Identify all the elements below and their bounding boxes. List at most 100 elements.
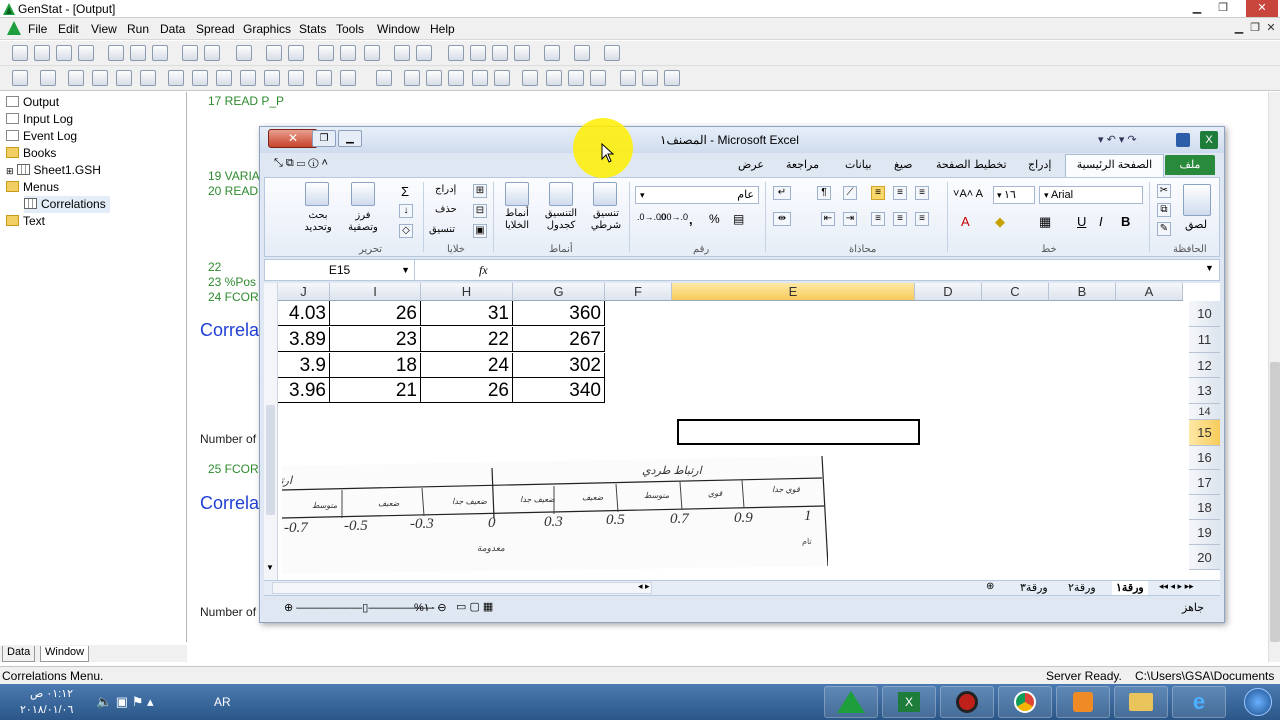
delete-icon[interactable] (236, 45, 252, 61)
replace-icon[interactable] (288, 45, 304, 61)
cell[interactable]: 21 (330, 378, 421, 403)
formula-input[interactable] (501, 261, 1201, 279)
start-button[interactable] (1236, 684, 1280, 720)
format-table-icon[interactable] (549, 182, 573, 206)
zoom-level[interactable]: %١٠٠ (414, 601, 442, 614)
cell-styles-icon[interactable] (505, 182, 529, 206)
align-left-icon[interactable]: ≡ (871, 212, 885, 226)
shift-icon[interactable] (288, 70, 304, 86)
row-header-12[interactable]: 12 (1189, 353, 1220, 378)
align-bottom-icon[interactable]: ≡ (871, 186, 885, 200)
help-icon[interactable] (604, 45, 620, 61)
tab-insert[interactable]: إدراج (1028, 158, 1051, 171)
copy-icon[interactable] (130, 45, 146, 61)
menu-stats[interactable]: Stats (299, 22, 326, 36)
output-scrollbar[interactable] (1268, 92, 1280, 662)
row-header-10[interactable]: 10 (1189, 301, 1220, 327)
paste-icon[interactable] (1183, 184, 1211, 216)
row-header-17[interactable]: 17 (1189, 470, 1220, 495)
format-table-button[interactable]: التنسيق كجدول (539, 208, 583, 232)
cut-icon[interactable]: ✂ (1157, 184, 1171, 198)
menu-run[interactable]: Run (127, 22, 149, 36)
rtl-icon[interactable]: ¶ (817, 186, 831, 200)
genstat-doc-icon[interactable] (6, 20, 22, 36)
tree-item-menus[interactable]: Menus (6, 179, 59, 196)
column-header-i[interactable]: I (330, 283, 421, 301)
column-icon[interactable] (522, 70, 538, 86)
sheet-icon[interactable] (620, 70, 636, 86)
sort-filter-icon[interactable] (351, 182, 375, 206)
row-header-19[interactable]: 19 (1189, 520, 1220, 545)
menu-edit[interactable]: Edit (58, 22, 79, 36)
font-color-icon[interactable]: A (961, 214, 970, 229)
cut-icon[interactable] (108, 45, 124, 61)
exit-icon[interactable] (574, 45, 590, 61)
cell-styles-button[interactable]: أنماط الخلايا (499, 208, 535, 232)
menu-graphics[interactable]: Graphics (243, 22, 291, 36)
font-icon[interactable] (376, 70, 392, 86)
clear-icon[interactable]: ◇ (399, 224, 413, 238)
paste-icon[interactable] (152, 45, 168, 61)
cell[interactable]: 26 (330, 301, 421, 326)
spread-tool-icon[interactable] (12, 70, 28, 86)
tab-data[interactable]: بيانات (845, 158, 872, 171)
refresh-icon[interactable] (514, 45, 530, 61)
close-button[interactable]: ✕ (1246, 0, 1278, 17)
clock-date[interactable]: ٢٠١٨/٠١/٠٦ (20, 703, 73, 716)
view-buttons-icon[interactable]: ▭ ▢ ▦ (456, 600, 493, 613)
excel-logo-icon[interactable]: X (1200, 131, 1218, 149)
number-format-select[interactable]: عام ▾ (635, 186, 759, 204)
insert-cells-button[interactable]: إدراج (435, 184, 456, 195)
window-icon[interactable] (364, 45, 380, 61)
bold-icon[interactable]: B (1121, 214, 1130, 229)
sort-filter-button[interactable]: فرز وتصفية (345, 210, 381, 234)
align-left-icon[interactable] (404, 70, 420, 86)
cell[interactable]: 18 (330, 353, 421, 378)
recorder-taskbar-icon[interactable] (940, 686, 994, 718)
quick-save-icon[interactable] (1176, 133, 1190, 147)
fill-icon[interactable] (240, 70, 256, 86)
menu-spread[interactable]: Spread (196, 22, 235, 36)
cell[interactable]: 4.03 (278, 301, 330, 326)
align-center-icon[interactable]: ≡ (893, 212, 907, 226)
cell[interactable]: 26 (421, 378, 513, 403)
restrict-icon[interactable] (340, 70, 356, 86)
tree-item-event-log[interactable]: Event Log (6, 128, 77, 145)
menu-tools[interactable]: Tools (336, 22, 364, 36)
sheet-vertical-scrollbar[interactable]: ▼ (264, 283, 278, 580)
cell[interactable]: 22 (421, 327, 513, 352)
media-player-taskbar-icon[interactable] (1056, 686, 1110, 718)
cell[interactable]: 267 (513, 327, 605, 352)
ribbon-minimize-icon[interactable]: ⤡ ⧉ ▭ ⓘ ˄ (274, 157, 328, 170)
row-header-15[interactable]: 15 (1189, 420, 1220, 446)
italic-icon[interactable]: I (1099, 214, 1103, 229)
decimal-less-icon[interactable] (494, 70, 510, 86)
excel-minimize-button[interactable]: ▁ (338, 130, 362, 147)
row-header-13[interactable]: 13 (1189, 378, 1220, 404)
excel-taskbar-icon[interactable]: X (882, 686, 936, 718)
language-indicator[interactable]: AR (214, 695, 231, 709)
indent-icon[interactable]: ⇥ (843, 212, 857, 226)
row-header-11[interactable]: 11 (1189, 327, 1220, 353)
menu-view[interactable]: View (91, 22, 117, 36)
spreadsheet-icon[interactable] (318, 45, 334, 61)
font-name-select[interactable]: ▾ Arial (1039, 186, 1143, 204)
tab-home[interactable]: الصفحة الرئيسية (1065, 154, 1164, 177)
sheet-export-icon[interactable] (664, 70, 680, 86)
tree-item-text[interactable]: Text (6, 213, 45, 230)
run-icon[interactable] (448, 45, 464, 61)
horizontal-scrollbar[interactable] (272, 582, 652, 594)
undo-icon[interactable] (182, 45, 198, 61)
selected-cell-e15[interactable] (677, 419, 920, 445)
name-box[interactable]: E15 ▼ (265, 260, 415, 280)
restore-button[interactable]: ❐ (1212, 0, 1234, 17)
row-header-20[interactable]: 20 (1189, 545, 1220, 570)
excel-tool-icon[interactable] (40, 70, 56, 86)
chart-icon[interactable] (544, 45, 560, 61)
font-size-select[interactable]: ▾ ١٦ (993, 186, 1035, 204)
step-forward-icon[interactable] (492, 45, 508, 61)
font-grow-shrink-icon[interactable]: A˄ A˅ (953, 188, 983, 200)
underline-icon[interactable]: U (1077, 214, 1086, 229)
column-header-h[interactable]: H (421, 283, 513, 301)
row-header-18[interactable]: 18 (1189, 495, 1220, 520)
